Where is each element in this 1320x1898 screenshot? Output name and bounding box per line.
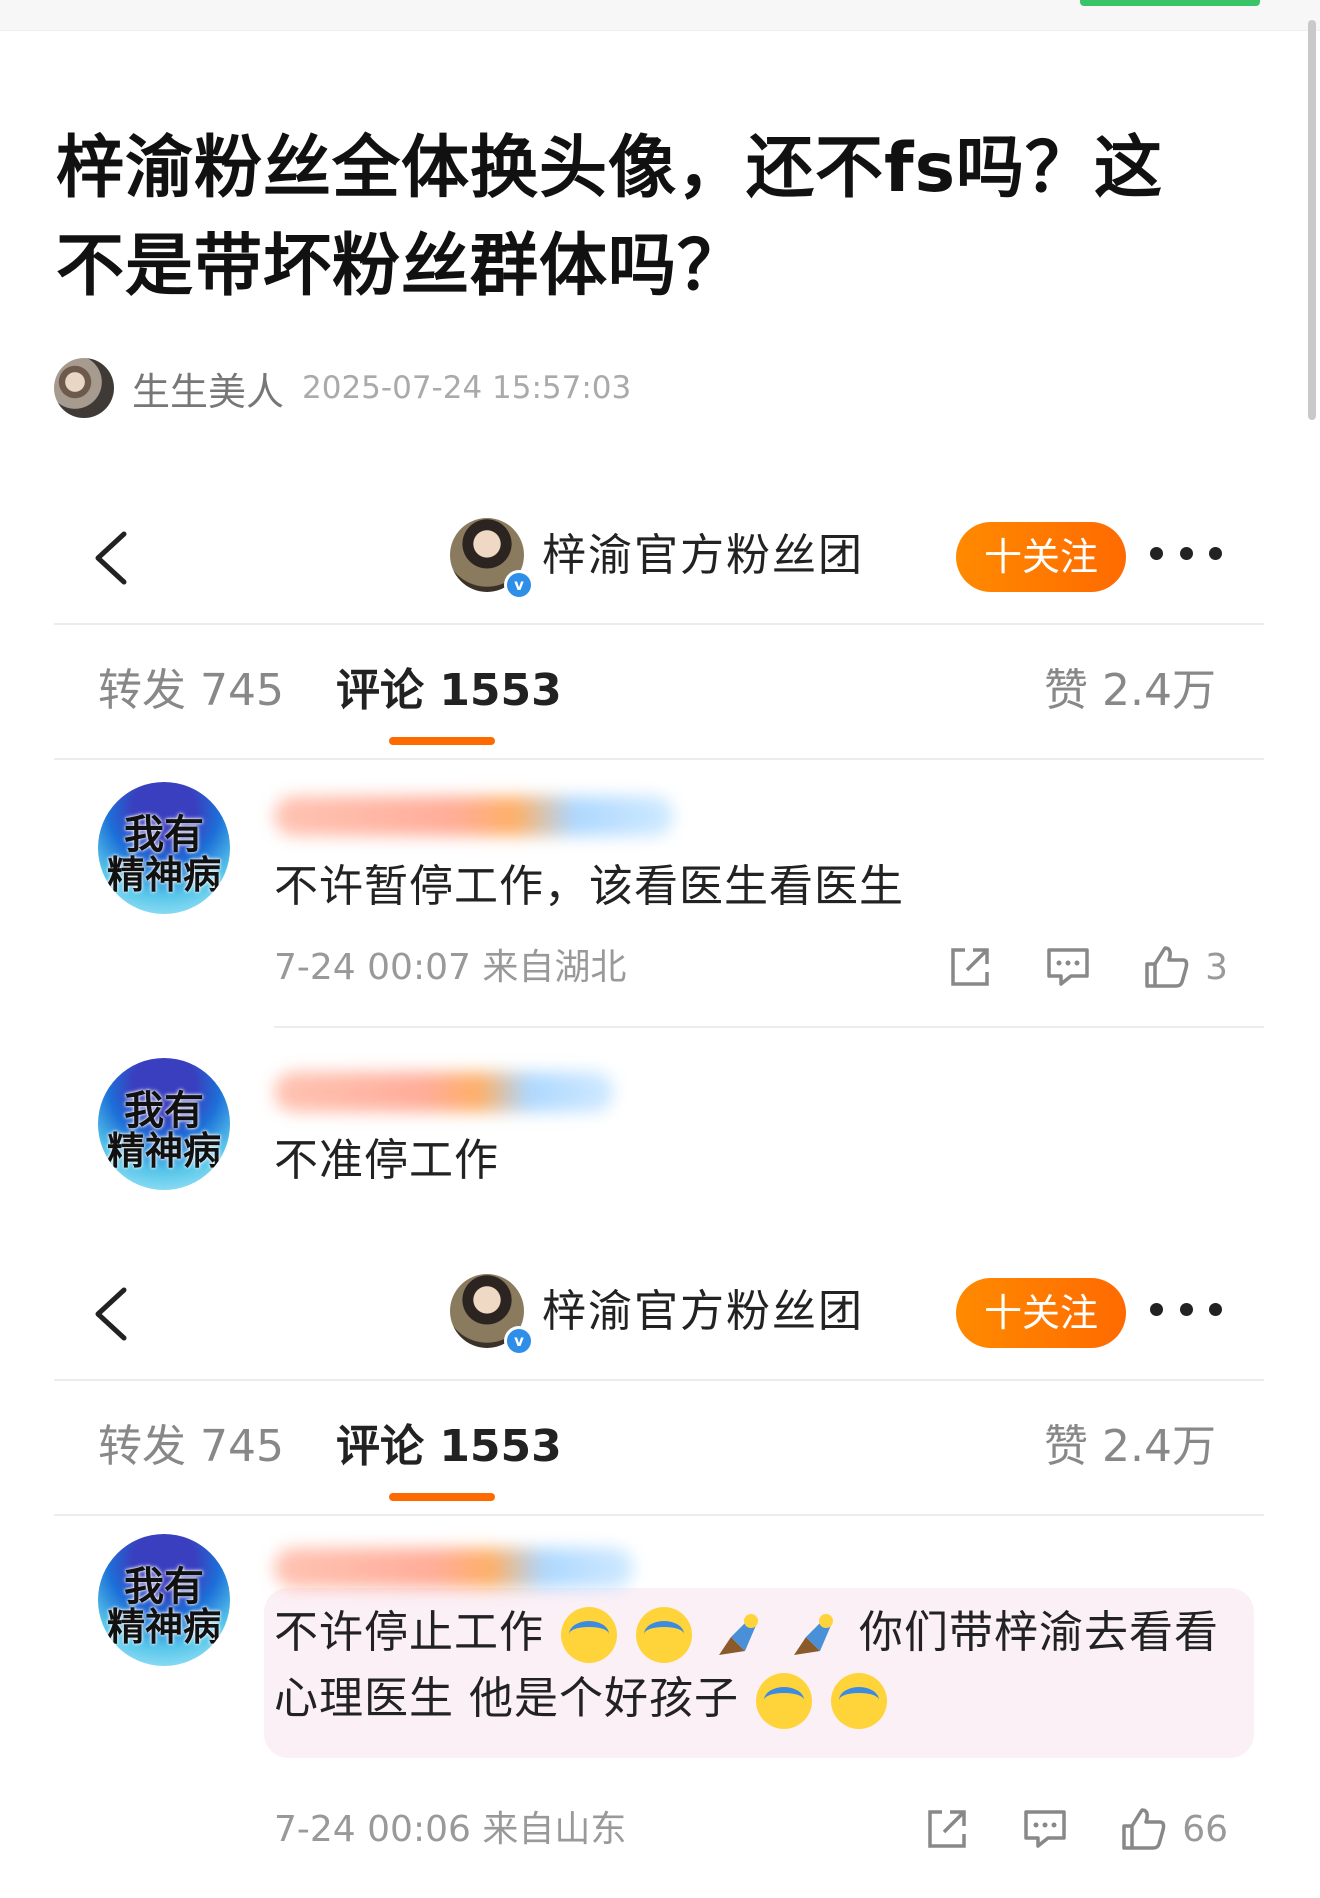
comment-text-part2: 你们带梓渝去看看: [859, 1607, 1219, 1658]
comment-text: 不许暂停工作，该看医生看医生: [274, 861, 904, 912]
share-icon[interactable]: [945, 942, 995, 992]
comment-divider: [274, 1026, 1264, 1028]
verified-icon: v: [504, 570, 534, 600]
author-avatar[interactable]: [54, 358, 114, 418]
commenter-name-blurred[interactable]: [274, 1548, 634, 1588]
comment-text-part1: 不许停止工作: [274, 1607, 544, 1658]
crying-emoji: [561, 1607, 617, 1663]
active-tab-indicator: [389, 737, 495, 745]
more-icon[interactable]: [1150, 1294, 1222, 1324]
commenter-name-blurred[interactable]: [274, 1072, 614, 1112]
author-name[interactable]: 生生美人: [132, 361, 284, 416]
account-name[interactable]: 梓渝官方粉丝团: [542, 1282, 864, 1342]
tab-repost[interactable]: 转发 745: [98, 1419, 284, 1475]
crying-emoji: [636, 1607, 692, 1663]
comment-text-part3: 心理医生 他是个好孩子: [274, 1673, 739, 1724]
like-count: 3: [1205, 946, 1228, 988]
rocket-emoji: [711, 1607, 767, 1663]
tab-repost[interactable]: 转发 745: [98, 663, 284, 719]
scrollbar[interactable]: [1308, 20, 1316, 420]
active-tab-indicator: [389, 1493, 495, 1501]
follow-button[interactable]: 十关注: [956, 1278, 1126, 1348]
weibo-header: v 梓渝官方粉丝团 十关注: [54, 1244, 1264, 1381]
author-row: 生生美人 2025-07-24 15:57:03: [54, 356, 631, 420]
weibo-header: v 梓渝官方粉丝团 十关注: [54, 488, 1264, 625]
comment-list: 我有 精神病 不许暂停工作，该看医生看医生 7-24 00:07 来自湖北 3 …: [54, 758, 1264, 1208]
embedded-screenshot-2: v 梓渝官方粉丝团 十关注 转发 745 评论 1553 赞 2.4万 我有 精…: [54, 1244, 1264, 1898]
share-icon[interactable]: [922, 1804, 972, 1854]
avatar-text-line2: 精神病: [106, 1605, 221, 1649]
post-title: 梓渝粉丝全体换头像，还不fs吗？这不是带坏粉丝群体吗？: [56, 129, 1164, 306]
tab-like[interactable]: 赞 2.4万: [1044, 663, 1216, 719]
tabs-row: 转发 745 评论 1553 赞 2.4万: [54, 625, 1264, 760]
like-icon[interactable]: [1118, 1804, 1168, 1854]
rocket-emoji: [786, 1607, 842, 1663]
crying-emoji: [831, 1673, 887, 1729]
post-time: 2025-07-24 15:57:03: [302, 370, 632, 406]
like-count: 66: [1182, 1808, 1228, 1850]
comment-actions: 3: [897, 942, 1228, 992]
avatar-text-line2: 精神病: [106, 853, 221, 897]
commenter-name-blurred[interactable]: [274, 796, 674, 836]
top-indicator: [1080, 0, 1260, 6]
follow-button[interactable]: 十关注: [956, 522, 1126, 592]
commenter-avatar[interactable]: 我有 精神病: [98, 782, 230, 914]
back-icon[interactable]: [86, 528, 136, 588]
crying-emoji: [756, 1673, 812, 1729]
more-icon[interactable]: [1150, 538, 1222, 568]
comment-text: 不许停止工作 你们带梓渝去看看 心理医生 他是个好孩子: [274, 1600, 1264, 1732]
comment-meta: 7-24 00:06 来自山东: [274, 1809, 627, 1850]
account-name[interactable]: 梓渝官方粉丝团: [542, 526, 864, 586]
back-icon[interactable]: [86, 1284, 136, 1344]
comment-icon[interactable]: [1020, 1804, 1070, 1854]
tab-like[interactable]: 赞 2.4万: [1044, 1419, 1216, 1475]
verified-icon: v: [504, 1326, 534, 1356]
avatar-text-line2: 精神病: [106, 1129, 221, 1173]
comment-icon[interactable]: [1043, 942, 1093, 992]
tab-comment[interactable]: 评论 1553: [336, 1419, 562, 1475]
comment-actions: 66: [874, 1804, 1228, 1854]
like-icon[interactable]: [1141, 942, 1191, 992]
embedded-screenshot-1: v 梓渝官方粉丝团 十关注 转发 745 评论 1553 赞 2.4万 我有 精…: [54, 488, 1264, 1208]
comment-text: 不准停工作: [274, 1135, 499, 1186]
tabs-row: 转发 745 评论 1553 赞 2.4万: [54, 1381, 1264, 1516]
tab-comment[interactable]: 评论 1553: [336, 663, 562, 719]
top-bar: [0, 0, 1320, 31]
comment-meta: 7-24 00:07 来自湖北: [274, 947, 627, 988]
commenter-avatar[interactable]: 我有 精神病: [98, 1534, 230, 1666]
commenter-avatar[interactable]: 我有 精神病: [98, 1058, 230, 1190]
comment-list: 我有 精神病 不许停止工作 你们带梓渝去看看 心理医生 他是个好孩子 7-24 …: [54, 1514, 1264, 1898]
